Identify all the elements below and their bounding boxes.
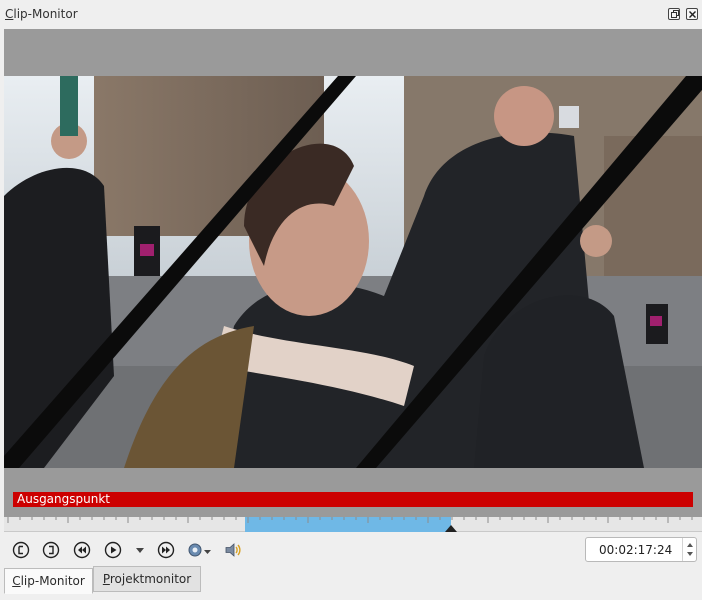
tab-clip-monitor-label: lip-Monitor (20, 574, 85, 588)
monitor-area[interactable]: Ausgangspunkt (4, 29, 702, 517)
clip-monitor-panel: Clip-Monitor Ausgangspunkt 00:02:17:24 C… (0, 0, 702, 600)
title-bar: Clip-Monitor (0, 0, 702, 29)
window-title: Clip-Monitor (5, 7, 78, 21)
close-icon (689, 11, 696, 18)
play-icon (104, 541, 122, 559)
play-options-dropdown-icon (136, 548, 144, 553)
set-zone-in-button[interactable] (12, 541, 30, 559)
tab-project-monitor[interactable]: Projektmonitor (93, 566, 201, 592)
view-options-button[interactable] (186, 541, 214, 559)
view-options-icon (188, 543, 211, 557)
float-window-icon (671, 10, 679, 18)
tab-project-monitor-mnemonic: P (102, 572, 110, 586)
timecode-value: 00:02:17:24 (599, 543, 673, 557)
play-button[interactable] (104, 541, 122, 559)
audio-volume-icon (225, 543, 241, 557)
overlay-marker-label: Ausgangspunkt (17, 492, 110, 506)
forward-icon (157, 541, 175, 559)
tab-clip-monitor[interactable]: Clip-Monitor (4, 568, 93, 594)
set-zone-in-icon (12, 541, 30, 559)
playhead-marker[interactable] (444, 525, 457, 532)
title-text: lip-Monitor (13, 7, 78, 21)
set-zone-out-button[interactable] (42, 541, 60, 559)
timeline-ruler[interactable] (4, 517, 702, 532)
spinner-arrows-icon (687, 543, 693, 556)
timecode-field[interactable]: 00:02:17:24 (585, 537, 697, 562)
video-frame[interactable] (4, 76, 702, 468)
set-zone-out-icon (42, 541, 60, 559)
timecode-spinner[interactable] (682, 538, 696, 561)
overlay-marker-bar: Ausgangspunkt (13, 492, 693, 507)
monitor-tabs: Clip-Monitor Projektmonitor (0, 566, 702, 600)
tab-clip-monitor-mnemonic: C (12, 574, 21, 588)
tab-project-monitor-label: rojektmonitor (109, 572, 192, 586)
video-frame-image (4, 76, 702, 468)
play-options-dropdown[interactable] (134, 541, 146, 559)
forward-button[interactable] (157, 541, 175, 559)
rewind-icon (73, 541, 91, 559)
close-window-button[interactable] (686, 8, 698, 20)
rewind-button[interactable] (73, 541, 91, 559)
ruler-ticks (7, 517, 693, 523)
audio-volume-button[interactable] (224, 541, 242, 559)
float-window-button[interactable] (668, 8, 680, 20)
